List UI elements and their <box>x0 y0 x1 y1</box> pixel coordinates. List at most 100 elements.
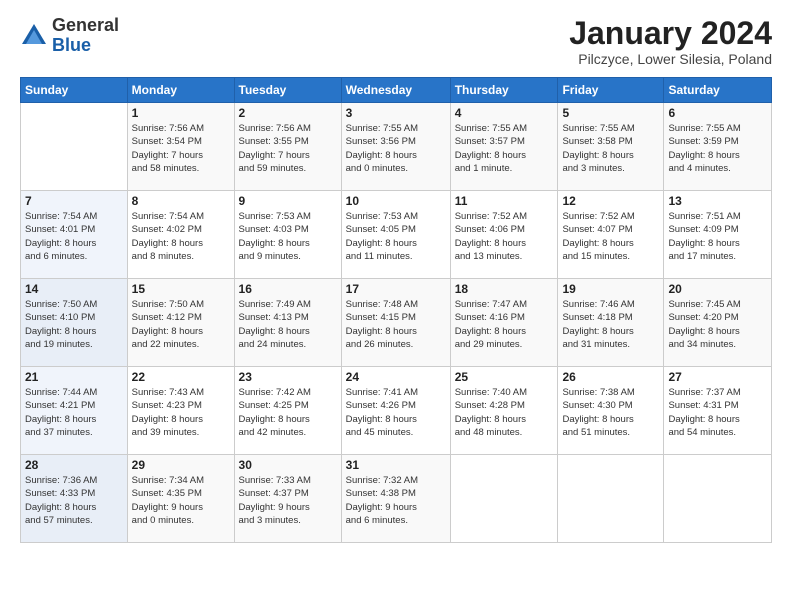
calendar-cell: 13 Sunrise: 7:51 AMSunset: 4:09 PMDayligh… <box>664 191 772 279</box>
day-number: 3 <box>346 106 446 120</box>
logo: General Blue <box>20 16 119 56</box>
day-number: 8 <box>132 194 230 208</box>
day-info: Sunrise: 7:47 AMSunset: 4:16 PMDaylight:… <box>455 298 554 351</box>
day-info: Sunrise: 7:44 AMSunset: 4:21 PMDaylight:… <box>25 386 123 439</box>
calendar-cell <box>664 455 772 543</box>
day-number: 10 <box>346 194 446 208</box>
day-info: Sunrise: 7:54 AMSunset: 4:02 PMDaylight:… <box>132 210 230 263</box>
day-info: Sunrise: 7:34 AMSunset: 4:35 PMDaylight:… <box>132 474 230 527</box>
day-info: Sunrise: 7:41 AMSunset: 4:26 PMDaylight:… <box>346 386 446 439</box>
calendar-cell: 12Sunrise: 7:52 AMSunset: 4:07 PMDayligh… <box>558 191 664 279</box>
calendar-cell: 1Sunrise: 7:56 AMSunset: 3:54 PMDaylight… <box>127 103 234 191</box>
calendar-week-row: 28Sunrise: 7:36 AMSunset: 4:33 PMDayligh… <box>21 455 772 543</box>
day-number: 29 <box>132 458 230 472</box>
calendar-cell: 4 Sunrise: 7:55 AMSunset: 3:57 PMDaylight… <box>450 103 558 191</box>
day-info: Sunrise: 7:53 AMSunset: 4:05 PMDaylight:… <box>346 210 446 263</box>
day-number: 6 <box>668 106 767 120</box>
weekday-header-tuesday: Tuesday <box>234 78 341 103</box>
calendar-cell: 2 Sunrise: 7:56 AMSunset: 3:55 PMDaylight… <box>234 103 341 191</box>
calendar-cell: 22 Sunrise: 7:43 AMSunset: 4:23 PMDayligh… <box>127 367 234 455</box>
day-number: 1 <box>132 106 230 120</box>
calendar-cell: 6 Sunrise: 7:55 AMSunset: 3:59 PMDaylight… <box>664 103 772 191</box>
day-number: 7 <box>25 194 123 208</box>
calendar-cell: 8 Sunrise: 7:54 AMSunset: 4:02 PMDaylight… <box>127 191 234 279</box>
day-number: 14 <box>25 282 123 296</box>
calendar-week-row: 7 Sunrise: 7:54 AMSunset: 4:01 PMDaylight… <box>21 191 772 279</box>
weekday-header-wednesday: Wednesday <box>341 78 450 103</box>
day-info: Sunrise: 7:42 AMSunset: 4:25 PMDaylight:… <box>239 386 337 439</box>
day-number: 9 <box>239 194 337 208</box>
logo-icon <box>20 22 48 50</box>
logo-general: General <box>52 16 119 36</box>
calendar-cell: 20Sunrise: 7:45 AMSunset: 4:20 PMDayligh… <box>664 279 772 367</box>
calendar-cell <box>21 103 128 191</box>
calendar-cell: 21 Sunrise: 7:44 AMSunset: 4:21 PMDayligh… <box>21 367 128 455</box>
calendar-cell: 27 Sunrise: 7:37 AMSunset: 4:31 PMDayligh… <box>664 367 772 455</box>
calendar-cell <box>558 455 664 543</box>
calendar-cell: 15Sunrise: 7:50 AMSunset: 4:12 PMDayligh… <box>127 279 234 367</box>
calendar-cell: 17Sunrise: 7:48 AMSunset: 4:15 PMDayligh… <box>341 279 450 367</box>
day-info: Sunrise: 7:55 AMSunset: 3:58 PMDaylight:… <box>562 122 659 175</box>
calendar-cell <box>450 455 558 543</box>
weekday-header-thursday: Thursday <box>450 78 558 103</box>
calendar-cell: 18Sunrise: 7:47 AMSunset: 4:16 PMDayligh… <box>450 279 558 367</box>
calendar-cell: 9 Sunrise: 7:53 AMSunset: 4:03 PMDaylight… <box>234 191 341 279</box>
title-area: January 2024 Pilczyce, Lower Silesia, Po… <box>569 16 772 67</box>
day-info: Sunrise: 7:45 AMSunset: 4:20 PMDaylight:… <box>668 298 767 351</box>
day-info: Sunrise: 7:53 AMSunset: 4:03 PMDaylight:… <box>239 210 337 263</box>
day-info: Sunrise: 7:33 AMSunset: 4:37 PMDaylight:… <box>239 474 337 527</box>
calendar-cell: 24 Sunrise: 7:41 AMSunset: 4:26 PMDayligh… <box>341 367 450 455</box>
day-number: 11 <box>455 194 554 208</box>
header: General Blue January 2024 Pilczyce, Lowe… <box>20 16 772 67</box>
day-number: 4 <box>455 106 554 120</box>
calendar-header-row: SundayMondayTuesdayWednesdayThursdayFrid… <box>21 78 772 103</box>
logo-blue: Blue <box>52 36 119 56</box>
day-number: 31 <box>346 458 446 472</box>
day-info: Sunrise: 7:55 AMSunset: 3:57 PMDaylight:… <box>455 122 554 175</box>
calendar-week-row: 21 Sunrise: 7:44 AMSunset: 4:21 PMDayligh… <box>21 367 772 455</box>
day-info: Sunrise: 7:56 AMSunset: 3:55 PMDaylight:… <box>239 122 337 175</box>
day-info: Sunrise: 7:54 AMSunset: 4:01 PMDaylight:… <box>25 210 123 263</box>
day-number: 19 <box>562 282 659 296</box>
day-info: Sunrise: 7:55 AMSunset: 3:59 PMDaylight:… <box>668 122 767 175</box>
day-info: Sunrise: 7:46 AMSunset: 4:18 PMDaylight:… <box>562 298 659 351</box>
calendar-cell: 5 Sunrise: 7:55 AMSunset: 3:58 PMDaylight… <box>558 103 664 191</box>
day-info: Sunrise: 7:43 AMSunset: 4:23 PMDaylight:… <box>132 386 230 439</box>
day-number: 13 <box>668 194 767 208</box>
calendar-table: SundayMondayTuesdayWednesdayThursdayFrid… <box>20 77 772 543</box>
calendar-cell: 25 Sunrise: 7:40 AMSunset: 4:28 PMDayligh… <box>450 367 558 455</box>
calendar-cell: 30 Sunrise: 7:33 AMSunset: 4:37 PMDayligh… <box>234 455 341 543</box>
calendar-week-row: 14 Sunrise: 7:50 AMSunset: 4:10 PMDayligh… <box>21 279 772 367</box>
day-number: 23 <box>239 370 337 384</box>
calendar-cell: 26Sunrise: 7:38 AMSunset: 4:30 PMDayligh… <box>558 367 664 455</box>
calendar-cell: 23 Sunrise: 7:42 AMSunset: 4:25 PMDayligh… <box>234 367 341 455</box>
day-info: Sunrise: 7:50 AMSunset: 4:12 PMDaylight:… <box>132 298 230 351</box>
calendar-cell: 14 Sunrise: 7:50 AMSunset: 4:10 PMDayligh… <box>21 279 128 367</box>
day-info: Sunrise: 7:52 AMSunset: 4:07 PMDaylight:… <box>562 210 659 263</box>
calendar-cell: 3Sunrise: 7:55 AMSunset: 3:56 PMDaylight… <box>341 103 450 191</box>
day-number: 22 <box>132 370 230 384</box>
day-info: Sunrise: 7:37 AMSunset: 4:31 PMDaylight:… <box>668 386 767 439</box>
logo-text: General Blue <box>52 16 119 56</box>
weekday-header-friday: Friday <box>558 78 664 103</box>
subtitle: Pilczyce, Lower Silesia, Poland <box>569 51 772 67</box>
day-number: 24 <box>346 370 446 384</box>
weekday-header-sunday: Sunday <box>21 78 128 103</box>
day-info: Sunrise: 7:51 AMSunset: 4:09 PMDaylight:… <box>668 210 767 263</box>
day-number: 21 <box>25 370 123 384</box>
day-number: 2 <box>239 106 337 120</box>
day-number: 25 <box>455 370 554 384</box>
calendar-cell: 28Sunrise: 7:36 AMSunset: 4:33 PMDayligh… <box>21 455 128 543</box>
calendar-cell: 7 Sunrise: 7:54 AMSunset: 4:01 PMDaylight… <box>21 191 128 279</box>
weekday-header-monday: Monday <box>127 78 234 103</box>
day-number: 30 <box>239 458 337 472</box>
main-title: January 2024 <box>569 16 772 51</box>
day-info: Sunrise: 7:50 AMSunset: 4:10 PMDaylight:… <box>25 298 123 351</box>
day-number: 17 <box>346 282 446 296</box>
day-number: 27 <box>668 370 767 384</box>
calendar-cell: 16Sunrise: 7:49 AMSunset: 4:13 PMDayligh… <box>234 279 341 367</box>
day-number: 28 <box>25 458 123 472</box>
day-info: Sunrise: 7:40 AMSunset: 4:28 PMDaylight:… <box>455 386 554 439</box>
calendar-cell: 11Sunrise: 7:52 AMSunset: 4:06 PMDayligh… <box>450 191 558 279</box>
day-number: 5 <box>562 106 659 120</box>
